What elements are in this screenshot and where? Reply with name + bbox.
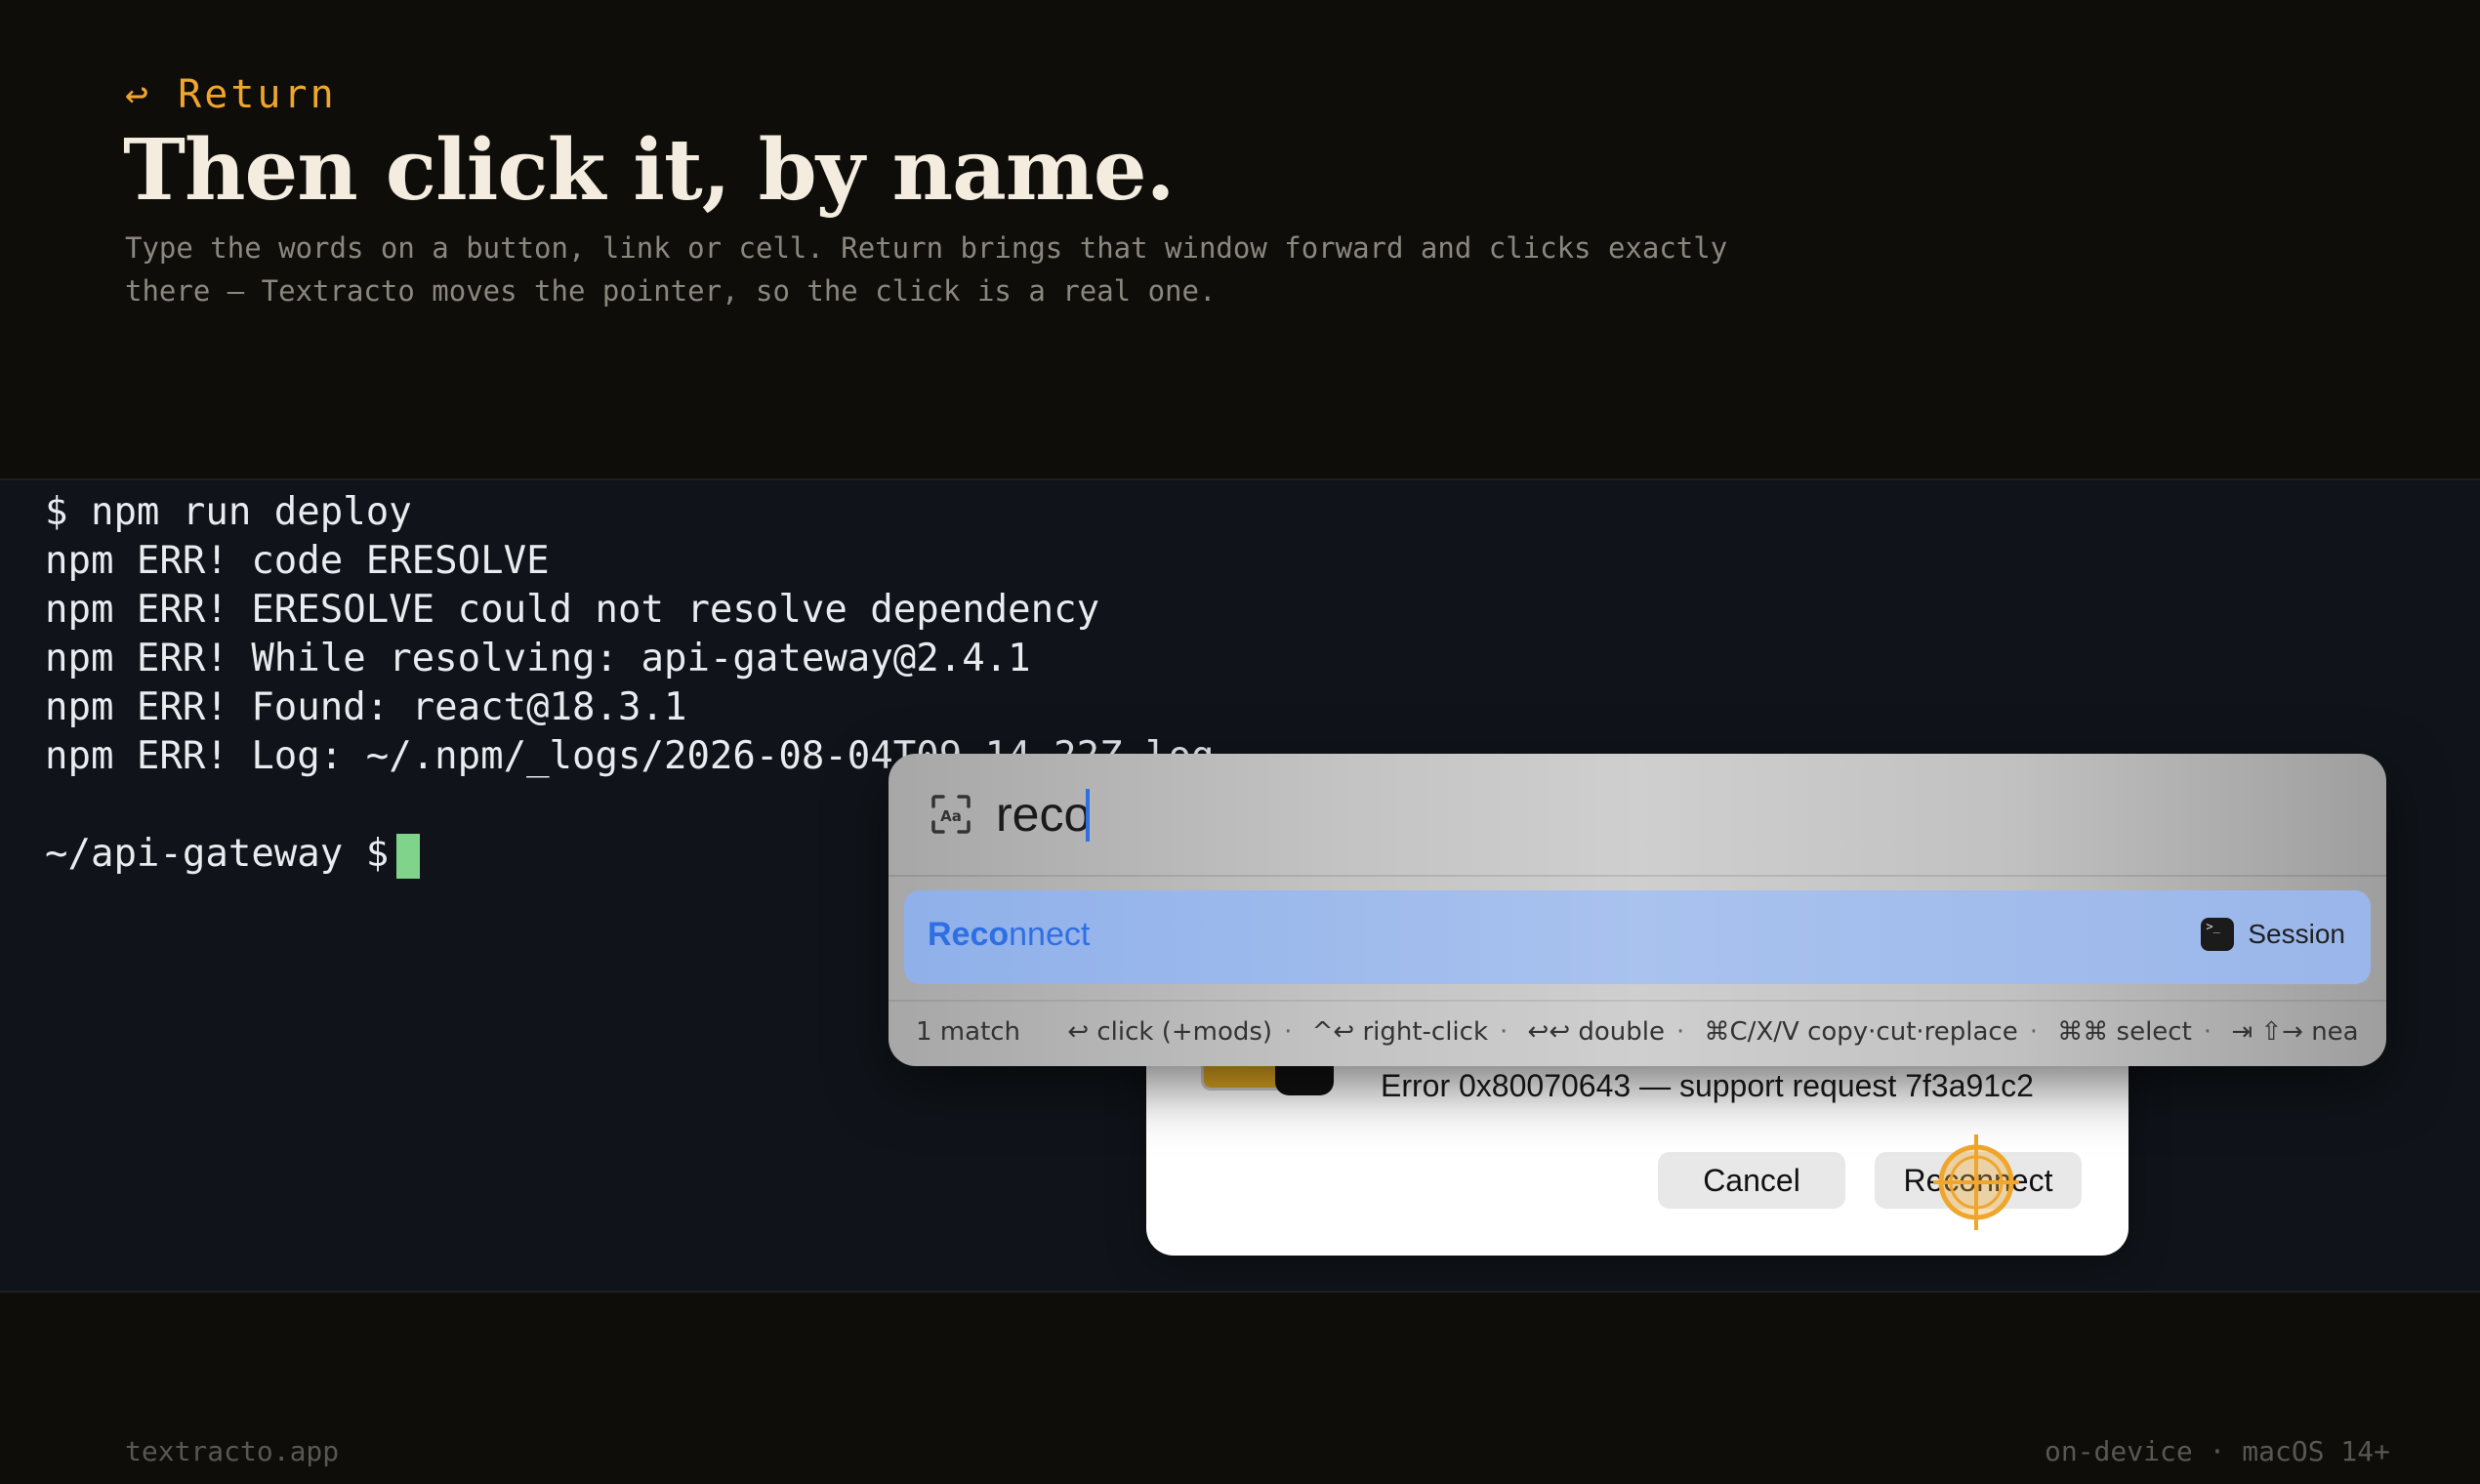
result-app: Session <box>2201 918 2345 951</box>
svg-text:Aa: Aa <box>940 807 962 825</box>
hint-right-click: ^↩ right-click <box>1311 1017 1489 1047</box>
search-bar: Aa <box>889 754 2386 877</box>
search-result-item[interactable]: Reconnect Session <box>904 890 2371 984</box>
result-app-name: Session <box>2248 919 2345 949</box>
description-line: Type the words on a button, link or cell… <box>125 231 1728 265</box>
match-count: 1 match <box>916 1017 1021 1047</box>
search-panel: Aa Reconnect Session 1 match ↩ click (+m… <box>889 754 2386 1066</box>
result-match-text: Reco <box>928 916 1010 953</box>
hint-double: ↩↩ double <box>1527 1017 1665 1047</box>
page-description: Type the words on a button, link or cell… <box>125 227 1980 312</box>
platform-note: on-device · macOS 14+ <box>2044 1435 2390 1467</box>
shortcut-hints: 1 match ↩ click (+mods) · ^↩ right-click ·… <box>916 1017 2361 1047</box>
terminal-line: npm ERR! Found: react@18.3.1 <box>45 685 687 729</box>
dialog-message: Error 0x80070643 — support request 7f3a9… <box>1381 1068 2034 1103</box>
hint-select: ⌘⌘ select <box>2057 1017 2192 1047</box>
terminal-prompt: ~/api-gateway $ <box>45 832 390 876</box>
return-kicker: ↩ Return <box>125 72 337 117</box>
search-input[interactable] <box>996 775 2168 853</box>
page-title: Then click it, by name. <box>123 121 1176 220</box>
result-rest-text: nnect <box>1009 916 1091 953</box>
text-recognition-icon: Aa <box>931 795 971 834</box>
hint-copy-cut-replace: ⌘C/X/V copy·cut·replace <box>1704 1017 2018 1047</box>
terminal-line: npm ERR! ERESOLVE could not resolve depe… <box>45 588 1100 632</box>
site-url: textracto.app <box>125 1435 340 1467</box>
terminal-line: npm ERR! While resolving: api-gateway@2.… <box>45 637 1031 680</box>
hint-click: ↩ click (+mods) <box>1067 1017 1273 1047</box>
terminal-app-icon <box>2201 918 2235 951</box>
cancel-button[interactable]: Cancel <box>1658 1152 1845 1209</box>
terminal-line: npm ERR! code ERESOLVE <box>45 539 550 583</box>
description-line: there — Textracto moves the pointer, so … <box>125 274 1217 308</box>
result-label: Reconnect <box>928 916 1090 954</box>
text-caret <box>1086 789 1090 842</box>
search-footer: 1 match ↩ click (+mods) · ^↩ right-click ·… <box>889 1000 2386 1066</box>
terminal-line: $ npm run deploy <box>45 490 412 534</box>
terminal-cursor <box>396 833 421 879</box>
crosshair-target-icon <box>1933 1134 2019 1230</box>
hint-nearby: ⇥ ⇧→ nea... <box>2231 1017 2361 1047</box>
